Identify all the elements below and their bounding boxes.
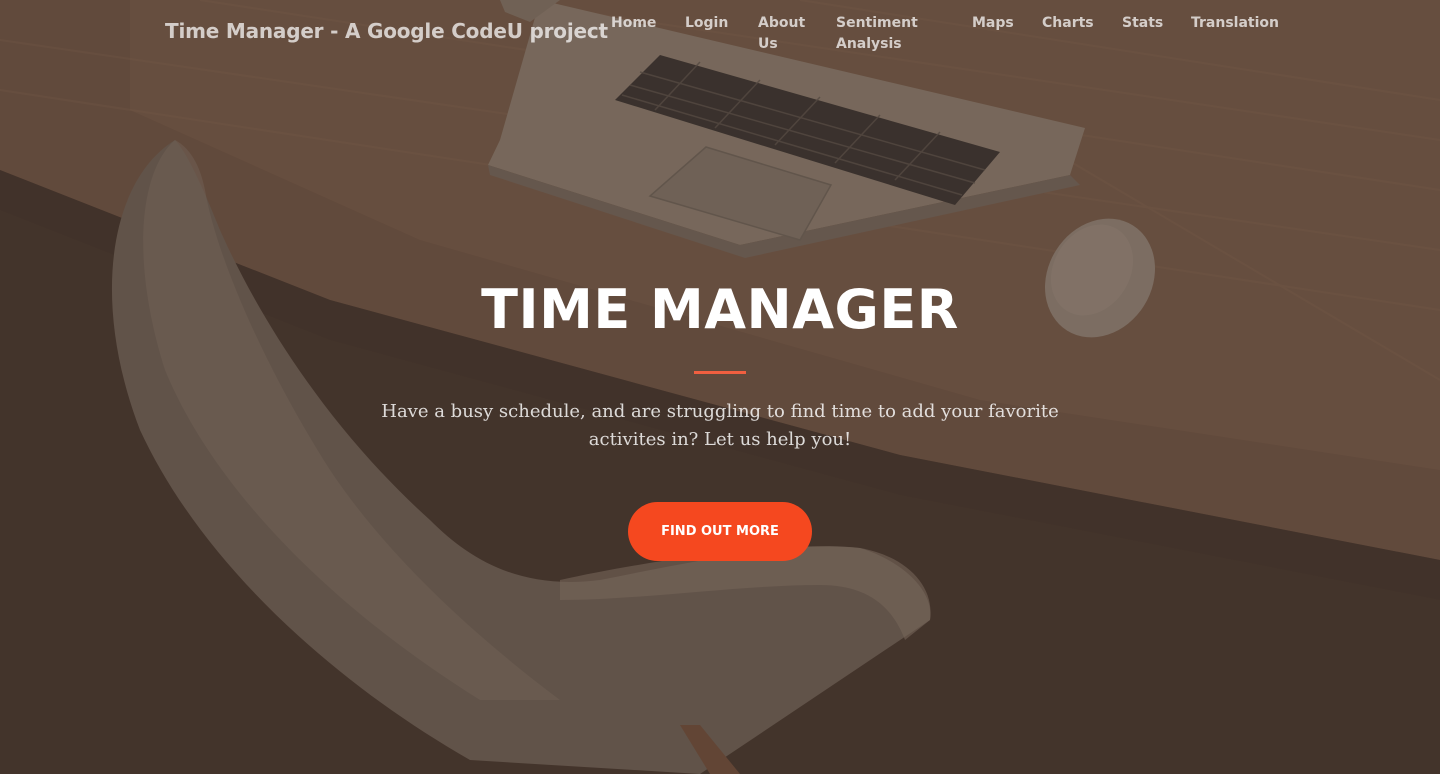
hero-title: TIME MANAGER: [481, 278, 959, 341]
nav-item-home[interactable]: Home: [611, 13, 656, 34]
nav-item-login[interactable]: Login: [685, 13, 728, 34]
nav-item-maps[interactable]: Maps: [972, 13, 1014, 34]
nav-item-stats[interactable]: Stats: [1122, 13, 1163, 34]
nav-item-translation[interactable]: Translation: [1191, 13, 1279, 34]
background-illustration: [0, 0, 1440, 774]
hero-background: [0, 0, 1440, 774]
find-out-more-button[interactable]: FIND OUT MORE: [628, 502, 812, 561]
hero-divider: [694, 371, 746, 374]
navbar: Time Manager - A Google CodeU project Ho…: [0, 0, 1440, 70]
nav-item-sentiment-analysis[interactable]: Sentiment Analysis: [836, 13, 936, 55]
brand-link[interactable]: Time Manager - A Google CodeU project: [165, 19, 608, 43]
hero-subtitle: Have a busy schedule, and are struggling…: [381, 401, 1059, 450]
nav-item-about-us[interactable]: About Us: [758, 13, 814, 55]
nav-item-charts[interactable]: Charts: [1042, 13, 1094, 34]
